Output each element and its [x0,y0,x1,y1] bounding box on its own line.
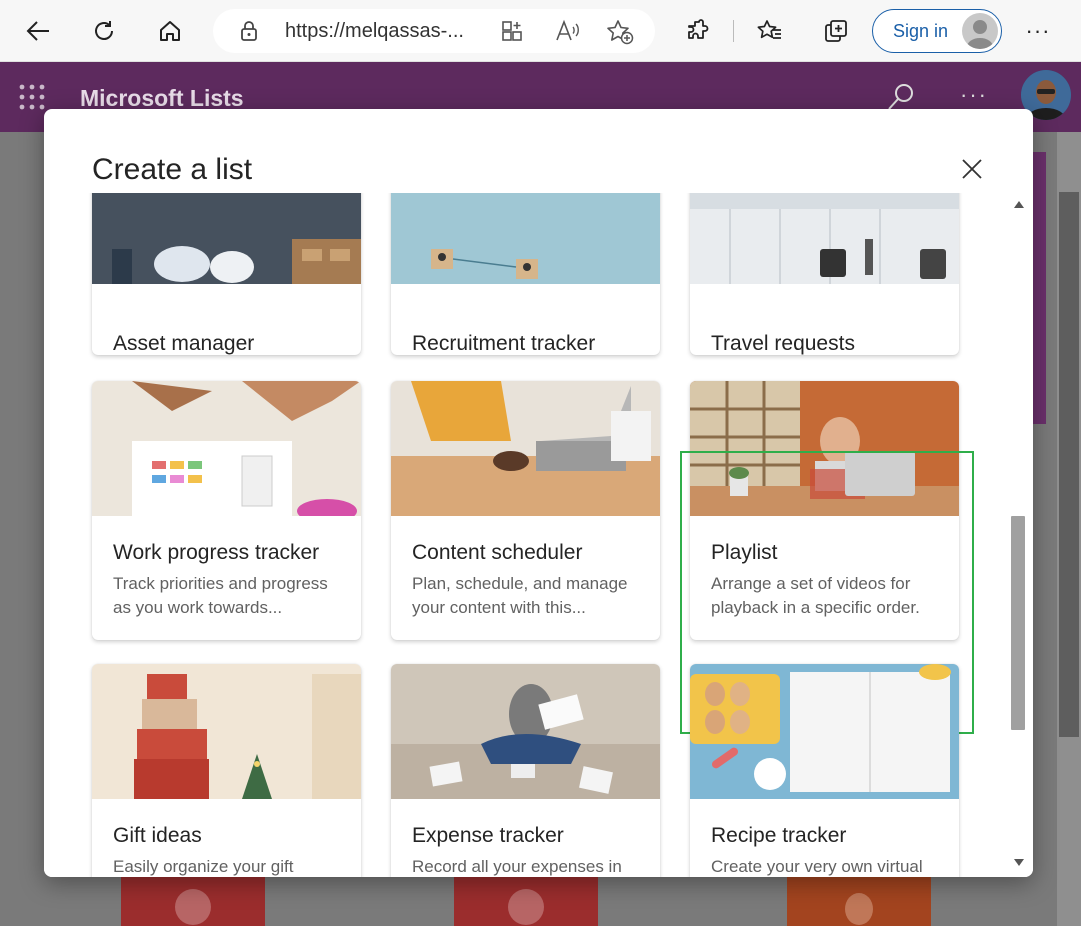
card-description: Track priorities and progress as you wor… [113,574,328,617]
dialog-title: Create a list [92,153,253,186]
card-title: Work progress tracker [113,541,320,564]
url-text[interactable]: https://melqassas-... [285,20,464,43]
background-tile [121,877,265,926]
asset-manager-image [92,193,361,284]
background-tile [787,877,931,926]
app-title[interactable]: Microsoft Lists [80,85,244,112]
recipe-tracker-image [690,664,959,799]
app-launcher-icon[interactable] [19,84,45,115]
add-favorite-icon[interactable] [606,19,634,50]
home-icon[interactable] [152,13,188,49]
template-card-gift-ideas[interactable]: Gift ideas Easily organize your gift [92,664,361,877]
scroll-thumb[interactable] [1011,516,1025,730]
template-card-work-progress-tracker[interactable]: Work progress tracker Track priorities a… [92,381,361,640]
favorites-icon[interactable] [752,13,788,49]
close-icon[interactable] [960,157,984,181]
address-bar[interactable]: https://melqassas-... [213,9,655,53]
template-card-asset-manager[interactable]: Asset manager Keep track of all devices … [92,193,361,355]
browser-more-button[interactable]: ··· [1020,13,1056,49]
collections-icon[interactable] [818,13,854,49]
template-card-recipe-tracker[interactable]: Recipe tracker Create your very own virt… [690,664,959,877]
card-description: Arrange a set of videos for playback in … [711,574,920,617]
gift-ideas-image [92,664,361,799]
recruitment-tracker-image [391,193,660,284]
card-title: Travel requests [711,332,855,355]
card-title: Playlist [711,541,778,564]
sign-in-button[interactable]: Sign in [872,9,1002,53]
card-description: Easily organize your gift [113,857,294,876]
card-title: Expense tracker [412,824,564,847]
create-list-dialog: Create a list Asset manager Keep track o… [44,109,1033,877]
playlist-image [690,381,959,516]
card-title: Gift ideas [113,824,202,847]
back-icon[interactable] [20,13,56,49]
dialog-scrollbar[interactable] [1010,193,1026,877]
toolbar-divider [733,20,734,42]
card-description: Create your very own virtual [711,857,923,876]
template-card-playlist[interactable]: Playlist Arrange a set of videos for pla… [690,381,959,640]
template-card-expense-tracker[interactable]: Expense tracker Record all your expenses… [391,664,660,877]
lock-icon[interactable] [239,20,259,47]
card-title: Recruitment tracker [412,332,596,355]
scroll-down-icon[interactable] [1014,859,1024,866]
app-available-icon[interactable] [500,19,524,48]
refresh-icon[interactable] [86,13,122,49]
card-title: Recipe tracker [711,824,847,847]
card-description: Plan, schedule, and manage your content … [412,574,628,617]
travel-requests-image [690,193,959,284]
work-progress-tracker-image [92,381,361,516]
card-title: Content scheduler [412,541,583,564]
template-gallery[interactable]: Asset manager Keep track of all devices … [44,193,1033,877]
page-scrollbar[interactable] [1057,132,1081,926]
app-more-button[interactable]: ··· [960,82,988,108]
template-card-recruitment-tracker[interactable]: Recruitment tracker Keep everyone inform… [391,193,660,355]
card-description: Record all your expenses in [412,857,622,876]
content-scheduler-image [391,381,660,516]
template-card-travel-requests[interactable]: Travel requests Manage all your travel r… [690,193,959,355]
template-card-content-scheduler[interactable]: Content scheduler Plan, schedule, and ma… [391,381,660,640]
profile-avatar-icon [962,13,998,49]
card-title: Asset manager [113,332,255,355]
scroll-up-icon[interactable] [1014,201,1024,208]
browser-toolbar: https://melqassas-... Sign in ··· [0,0,1081,62]
expense-tracker-image [391,664,660,799]
read-aloud-icon[interactable] [554,19,580,48]
sign-in-label: Sign in [893,21,949,41]
extensions-icon[interactable] [680,13,716,49]
background-tile [454,877,598,926]
